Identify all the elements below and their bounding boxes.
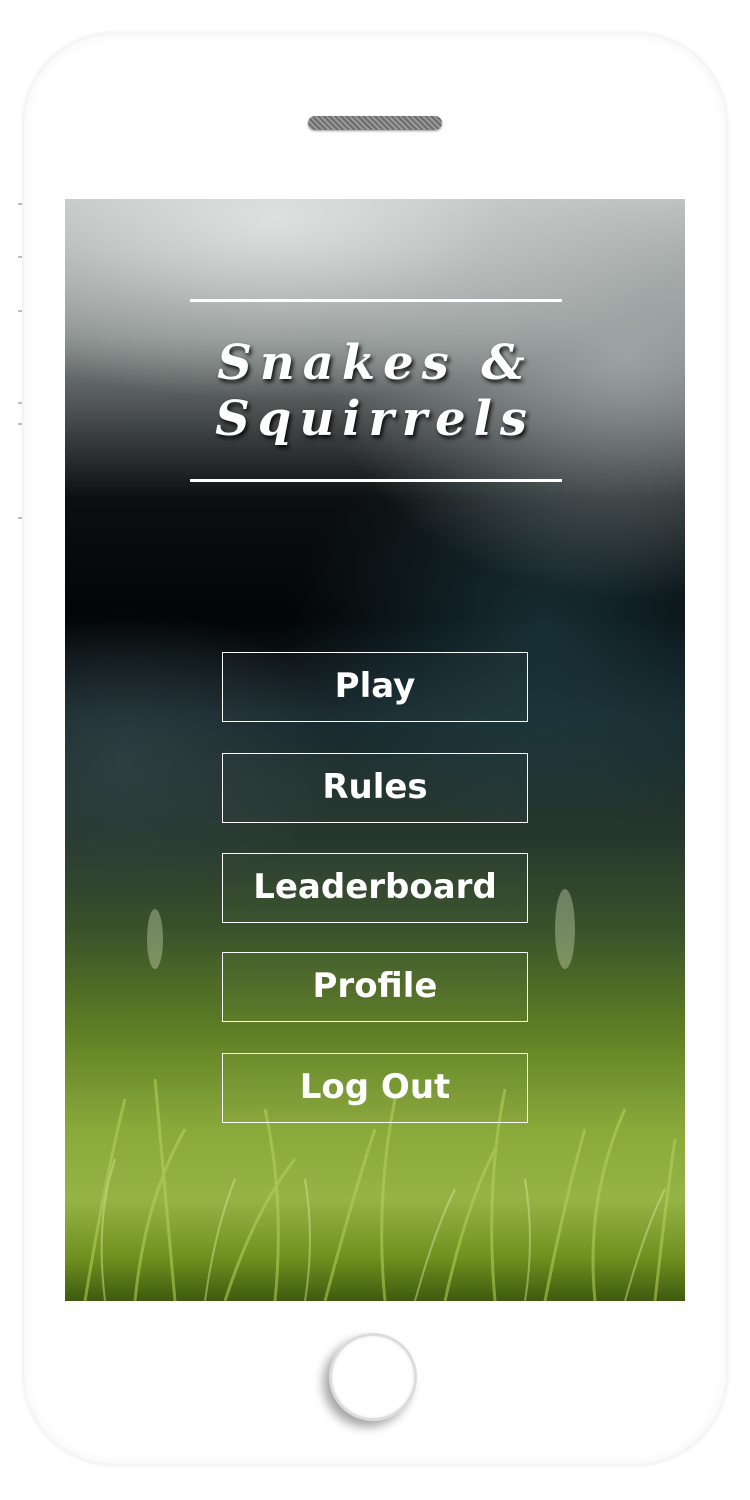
side-mark (18, 310, 22, 312)
title-top-rule (190, 299, 562, 302)
leaderboard-button[interactable]: Leaderboard (222, 853, 528, 923)
side-mark (18, 402, 22, 404)
app-title-line-2: Squirrels (215, 391, 535, 447)
side-mark (18, 203, 22, 205)
app-title-line-1: Snakes & (217, 335, 533, 391)
side-mark (18, 517, 22, 519)
side-mark (18, 423, 22, 425)
speaker-grille-icon (308, 116, 442, 130)
side-mark (18, 256, 22, 258)
rules-button[interactable]: Rules (222, 753, 528, 823)
profile-button[interactable]: Profile (222, 952, 528, 1022)
home-button-icon[interactable] (329, 1333, 417, 1421)
log-out-button[interactable]: Log Out (222, 1053, 528, 1123)
app-screen: Snakes & Squirrels Play Rules Leaderboar… (65, 199, 685, 1301)
title-bottom-rule (190, 479, 562, 482)
play-button[interactable]: Play (222, 652, 528, 722)
